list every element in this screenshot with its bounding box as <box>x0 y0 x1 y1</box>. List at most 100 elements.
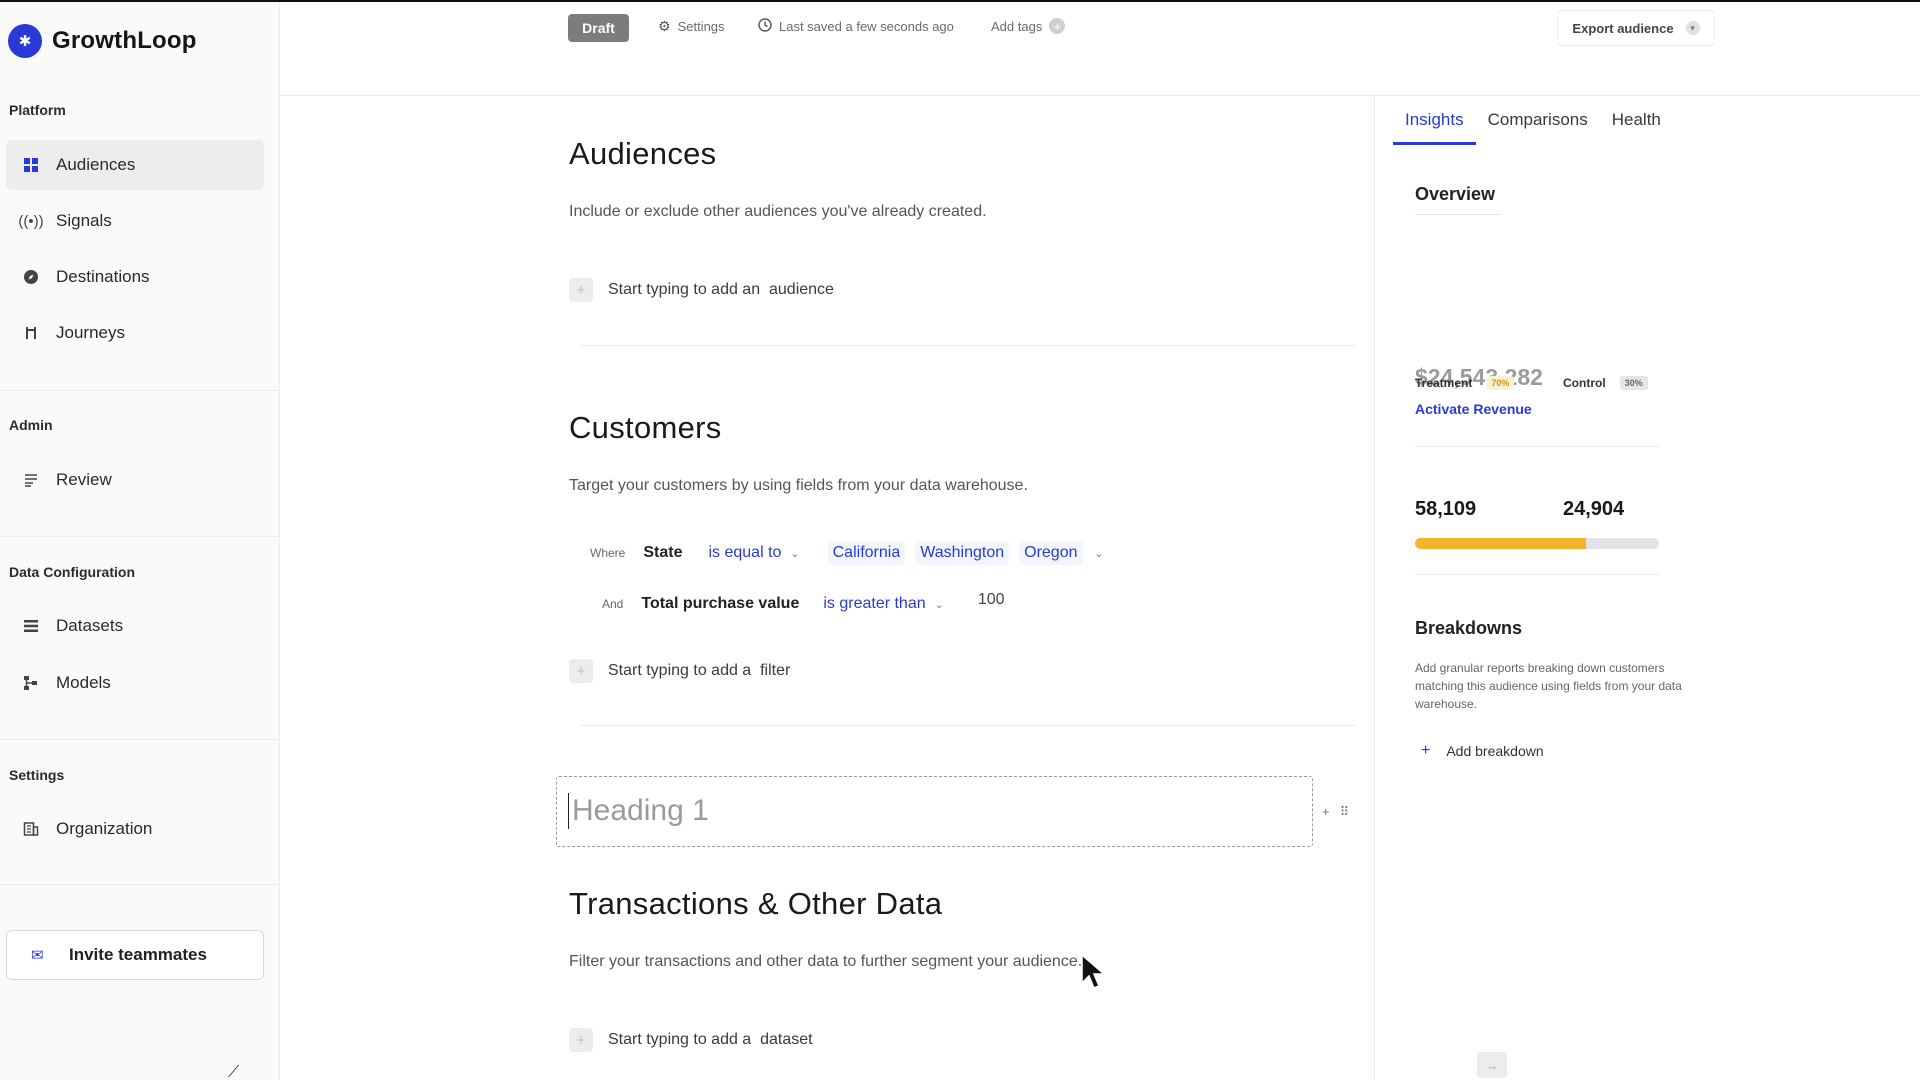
settings-button[interactable]: ⚙ Settings <box>658 18 725 35</box>
building-icon <box>22 820 40 838</box>
sidebar-item-label: Models <box>56 673 111 692</box>
panel-tabs: Insights Comparisons Health <box>1393 110 1673 145</box>
plus-icon: + <box>569 278 593 302</box>
condition-keyword: Where <box>590 546 626 560</box>
sidebar-item-label: Datasets <box>56 616 124 635</box>
sidebar-item-signals[interactable]: ((•)) Signals <box>6 196 264 246</box>
brand-logo[interactable]: ✱ GrowthLoop <box>8 24 197 58</box>
add-dataset-placeholder: Start typing to add a dataset <box>608 1031 813 1048</box>
tab-comparisons[interactable]: Comparisons <box>1476 110 1600 145</box>
add-audience-input[interactable]: + Start typing to add an audience <box>569 278 834 302</box>
sidebar-item-label: Signals <box>56 211 112 230</box>
overview-divider <box>1415 446 1659 447</box>
transactions-section-description: Filter your transactions and other data … <box>569 953 1083 970</box>
add-tags-button[interactable]: Add tags + <box>991 18 1066 34</box>
sidebar-item-journeys[interactable]: Journeys <box>6 308 264 358</box>
tab-insights[interactable]: Insights <box>1393 110 1476 145</box>
treatment-share-fill <box>1415 538 1586 549</box>
brand-name: GrowthLoop <box>52 27 197 54</box>
growthloop-logo-icon: ✱ <box>8 24 42 58</box>
sidebar-item-label: Organization <box>56 819 153 838</box>
add-dataset-input[interactable]: + Start typing to add a dataset <box>569 1028 813 1052</box>
customers-section-description: Target your customers by using fields fr… <box>569 477 1028 494</box>
treatment-label: Treatment 70% <box>1415 376 1515 390</box>
sidebar-item-label: Journeys <box>56 323 125 342</box>
section-label-admin: Admin <box>9 417 53 433</box>
drag-handle-icon[interactable]: ⠿ <box>1340 804 1350 820</box>
breakdowns-title: Breakdowns <box>1415 618 1523 638</box>
sidebar-item-datasets[interactable]: Datasets <box>6 601 264 651</box>
sidebar-item-label: Destinations <box>56 267 150 286</box>
add-breakdown-button[interactable]: + Add breakdown <box>1415 742 1544 760</box>
activate-revenue-link[interactable]: Activate Revenue <box>1415 401 1532 417</box>
condition-operator-dropdown[interactable]: is greater than ⌄ <box>823 595 944 613</box>
last-saved-status: Last saved a few seconds ago <box>758 18 954 35</box>
condition-value-input[interactable]: 100 <box>978 591 1005 609</box>
document-list-icon <box>22 471 40 489</box>
insights-panel: Insights Comparisons Health Overview $24… <box>1374 96 1920 1080</box>
treatment-label-text: Treatment <box>1415 376 1473 390</box>
section-label-data-configuration: Data Configuration <box>9 564 135 580</box>
overview-divider <box>1415 574 1659 575</box>
treatment-control-split-bar <box>1415 538 1659 549</box>
sidebar-divider <box>0 390 279 391</box>
heading-input[interactable]: Heading 1 <box>572 794 709 828</box>
tab-health[interactable]: Health <box>1600 110 1673 145</box>
export-audience-label: Export audience <box>1572 20 1674 36</box>
plus-icon: + <box>569 1028 593 1052</box>
value-tag[interactable]: Washington <box>915 541 1010 565</box>
hierarchy-icon <box>22 674 40 692</box>
audience-editor: Audiences Include or exclude other audie… <box>280 96 1374 1080</box>
plus-icon: + <box>1421 742 1431 759</box>
section-label-settings: Settings <box>9 767 65 783</box>
control-label-text: Control <box>1563 376 1606 390</box>
condition-values: California Washington Oregon ⌄ <box>827 541 1104 565</box>
overview-title: Overview <box>1415 184 1496 204</box>
condition-operator-dropdown[interactable]: is equal to ⌄ <box>708 544 799 562</box>
chevron-down-icon: ⌄ <box>790 547 800 560</box>
compass-icon <box>22 268 40 286</box>
filter-condition-state: Where State is equal to ⌄ California Was… <box>590 541 1104 565</box>
heading-block[interactable]: Heading 1 <box>556 776 1313 847</box>
condition-field[interactable]: Total purchase value <box>641 595 799 613</box>
sidebar-item-label: Audiences <box>56 155 136 174</box>
gear-icon: ⚙ <box>658 18 671 34</box>
sidebar-item-review[interactable]: Review <box>6 455 264 505</box>
chevron-down-icon: ▾ <box>1685 21 1700 35</box>
sidebar-item-models[interactable]: Models <box>6 658 264 708</box>
chevron-down-icon[interactable]: ⌄ <box>1095 547 1104 560</box>
audiences-section-description: Include or exclude other audiences you'v… <box>569 203 987 220</box>
sidebar-item-destinations[interactable]: Destinations <box>6 252 264 302</box>
settings-label: Settings <box>677 19 725 34</box>
filter-condition-purchase-value: And Total purchase value is greater than… <box>602 591 1005 613</box>
status-badge: Draft <box>568 14 629 42</box>
plus-icon: + <box>569 659 593 683</box>
audiences-section-title: Audiences <box>569 136 717 171</box>
treatment-percent-badge: 70% <box>1486 376 1515 390</box>
text-caret <box>568 793 569 829</box>
sidebar-item-organization[interactable]: Organization <box>6 804 264 854</box>
value-tag[interactable]: California <box>827 541 906 565</box>
sidebar-divider <box>0 884 279 885</box>
value-tag[interactable]: Oregon <box>1019 541 1083 565</box>
export-audience-button[interactable]: Export audience ▾ <box>1557 10 1715 46</box>
add-block-icon[interactable]: + <box>1322 804 1330 820</box>
section-label-platform: Platform <box>9 102 66 118</box>
condition-operator-label: is equal to <box>708 544 782 561</box>
transactions-section-title: Transactions & Other Data <box>569 886 943 921</box>
control-label: Control 30% <box>1563 376 1648 390</box>
condition-keyword: And <box>602 597 624 611</box>
invite-teammates-button[interactable]: ✉ Invite teammates <box>6 930 264 980</box>
add-filter-input[interactable]: + Start typing to add a filter <box>569 659 790 683</box>
next-arrow-icon[interactable]: → <box>1477 1052 1507 1078</box>
section-divider <box>580 725 1355 726</box>
condition-field[interactable]: State <box>643 544 682 562</box>
journey-icon <box>22 324 40 342</box>
collapse-sidebar-icon[interactable]: ⟋ <box>228 1064 239 1080</box>
add-tags-label: Add tags <box>991 18 1043 34</box>
grid-icon <box>22 156 40 174</box>
condition-operator-label: is greater than <box>823 595 926 612</box>
mouse-pointer-icon <box>1081 953 1106 989</box>
sidebar-item-label: Review <box>56 470 112 489</box>
sidebar-item-audiences[interactable]: Audiences <box>6 140 264 190</box>
